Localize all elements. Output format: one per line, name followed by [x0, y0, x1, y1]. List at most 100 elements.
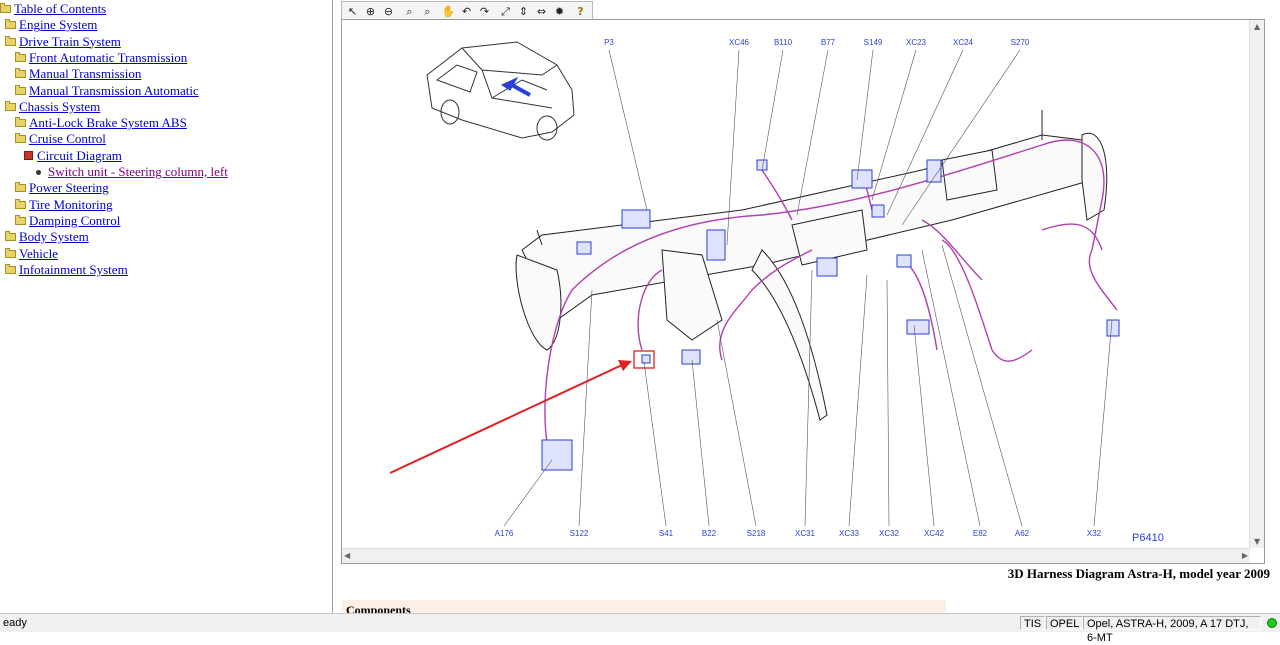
tree-item[interactable]: Drive Train System [5, 34, 121, 50]
callout-label-top[interactable]: XC24 [953, 38, 974, 47]
folder-icon [0, 3, 11, 13]
tree-item[interactable]: Chassis System [5, 99, 100, 115]
content-pane: ↖ ⊕ ⊖ ⌕ ⌕ ✋ ↶ ↷ ⤢ ⇕ ⇔ ✹? P3 XC46 B110 B7… [333, 0, 1280, 614]
callout-label-bottom[interactable]: S218 [747, 529, 766, 538]
leader-line [761, 49, 784, 171]
tree-item[interactable]: Front Automatic Transmission [15, 50, 187, 66]
callout-label-top[interactable]: B77 [821, 38, 836, 47]
rotate-left-icon[interactable]: ↶ [458, 3, 476, 20]
callout-label-bottom[interactable]: A62 [1015, 529, 1030, 538]
tree-item-link[interactable]: Cruise Control [29, 131, 106, 147]
tree-item-link[interactable]: Chassis System [19, 99, 100, 115]
tree-item-link[interactable]: Damping Control [29, 213, 120, 229]
tree-item-link[interactable]: Switch unit - Steering column, left [48, 164, 228, 180]
tree-item[interactable]: Switch unit - Steering column, left [34, 164, 228, 180]
rotate-right-icon[interactable]: ↷ [476, 3, 494, 20]
tree-item-link[interactable]: Manual Transmission Automatic [29, 83, 199, 99]
scroll-up-icon[interactable]: ▲ [1254, 22, 1260, 31]
callout-label-top[interactable]: B110 [774, 38, 793, 47]
tree-item-link[interactable]: Engine System [19, 17, 97, 33]
callout-label-bottom[interactable]: X32 [1087, 529, 1102, 538]
tree-item-link[interactable]: Front Automatic Transmission [29, 50, 187, 66]
folder-icon [15, 51, 26, 62]
tree-item[interactable]: Manual Transmission Automatic [15, 83, 199, 99]
callout-label-bottom[interactable]: E82 [973, 529, 988, 538]
zoom-in-icon[interactable]: ⊕ [362, 3, 380, 20]
tree-item-link[interactable]: Circuit Diagram [37, 148, 122, 164]
tree-item[interactable]: Power Steering [15, 180, 109, 196]
scroll-right-icon[interactable]: ▶ [1242, 551, 1248, 560]
leader-line [608, 49, 648, 211]
leader-line [804, 269, 813, 527]
status-vehicle: Opel, ASTRA-H, 2009, A 17 DTJ, 6-MT [1083, 616, 1261, 644]
callout-label-bottom[interactable]: S122 [570, 529, 589, 538]
select-icon[interactable]: ↖ [344, 3, 362, 20]
tree-item-link[interactable]: Anti-Lock Brake System ABS [29, 115, 187, 131]
callout-label-top[interactable]: XC46 [729, 38, 750, 47]
scroll-left-icon[interactable]: ◀ [344, 551, 350, 560]
callout-label-bottom[interactable]: XC42 [924, 529, 945, 538]
tree-item[interactable]: Anti-Lock Brake System ABS [15, 115, 187, 131]
fit-height-icon[interactable]: ⇕ [515, 3, 533, 20]
callout-label-top[interactable]: XC23 [906, 38, 927, 47]
highlight-icon[interactable]: ✹ [551, 3, 569, 20]
harness-diagram[interactable]: P3 XC46 B110 B77 S149 XC23 XC24 S270 A176 S122 S4… [342, 20, 1250, 548]
callout-label-bottom[interactable]: B22 [702, 529, 717, 538]
tree-item[interactable]: Cruise Control [15, 131, 106, 147]
diagram-viewer[interactable]: P3 XC46 B110 B77 S149 XC23 XC24 S270 A176 S122 S4… [341, 19, 1265, 564]
tree-item-link[interactable]: Power Steering [29, 180, 109, 196]
help-icon[interactable]: ? [572, 3, 590, 20]
folder-icon [5, 35, 16, 46]
folder-icon [5, 231, 16, 242]
callout-label-top[interactable]: S270 [1011, 38, 1030, 47]
tree-item[interactable]: Body System [5, 229, 89, 245]
tree-item[interactable]: Circuit Diagram [24, 148, 122, 164]
tree-item[interactable]: Engine System [5, 17, 97, 33]
fit-width-icon[interactable]: ⇔ [533, 3, 551, 20]
status-brand: OPEL [1046, 616, 1084, 630]
vertical-scrollbar[interactable]: ▲ ▼ [1249, 20, 1264, 548]
scroll-down-icon[interactable]: ▼ [1254, 537, 1260, 546]
tree-item-link[interactable]: Drive Train System [19, 34, 121, 50]
tree-item-link[interactable]: Manual Transmission [29, 66, 141, 82]
tree-item-link[interactable]: Infotainment System [19, 262, 128, 278]
tree-item[interactable]: Table of Contents [0, 1, 106, 17]
leader-line [578, 289, 593, 527]
tree-item[interactable]: Damping Control [15, 213, 120, 229]
tree-item[interactable]: Manual Transmission [15, 66, 141, 82]
tree-item-link[interactable]: Table of Contents [14, 1, 106, 17]
callout-label-bottom[interactable]: XC33 [839, 529, 860, 538]
callout-label-top[interactable]: P3 [604, 38, 614, 47]
components-heading: Components [342, 600, 946, 614]
diagram-caption: 3D Harness Diagram Astra-H, model year 2… [1007, 566, 1270, 581]
folder-icon [15, 117, 26, 128]
zoom-icon[interactable]: ⌕ [401, 3, 419, 20]
zoom-area-icon[interactable]: ⌕ [419, 3, 437, 20]
tree-item[interactable]: Tire Monitoring [15, 197, 113, 213]
zoom-out-icon[interactable]: ⊖ [380, 3, 398, 20]
folder-icon [5, 263, 16, 274]
tree-item-link[interactable]: Tire Monitoring [29, 197, 113, 213]
bullet-icon [36, 169, 41, 175]
tree-item[interactable]: Infotainment System [5, 262, 128, 278]
callout-label-bottom[interactable]: XC31 [795, 529, 816, 538]
callout-label-bottom[interactable]: S41 [659, 529, 674, 538]
horizontal-scrollbar[interactable]: ◀ ▶ [342, 548, 1250, 563]
tree-item-link[interactable]: Body System [19, 229, 89, 245]
folder-icon [5, 247, 16, 258]
leader-line [716, 319, 757, 527]
callout-label-bottom[interactable]: A176 [495, 529, 514, 538]
figure-id: P6410 [1132, 532, 1164, 544]
status-text: eady [0, 616, 30, 630]
book-icon [24, 151, 33, 161]
folder-icon [15, 68, 26, 79]
pan-hand-icon[interactable]: ✋ [440, 3, 458, 20]
status-app: TIS [1020, 616, 1046, 630]
callout-label-top[interactable]: S149 [864, 38, 883, 47]
tree-item-link[interactable]: Vehicle [19, 246, 58, 262]
tree-item[interactable]: Vehicle [5, 246, 58, 262]
leader-line [941, 244, 1023, 527]
callout-label-bottom[interactable]: XC32 [879, 529, 900, 538]
leader-line [1093, 319, 1113, 527]
fit-window-icon[interactable]: ⤢ [497, 3, 515, 20]
